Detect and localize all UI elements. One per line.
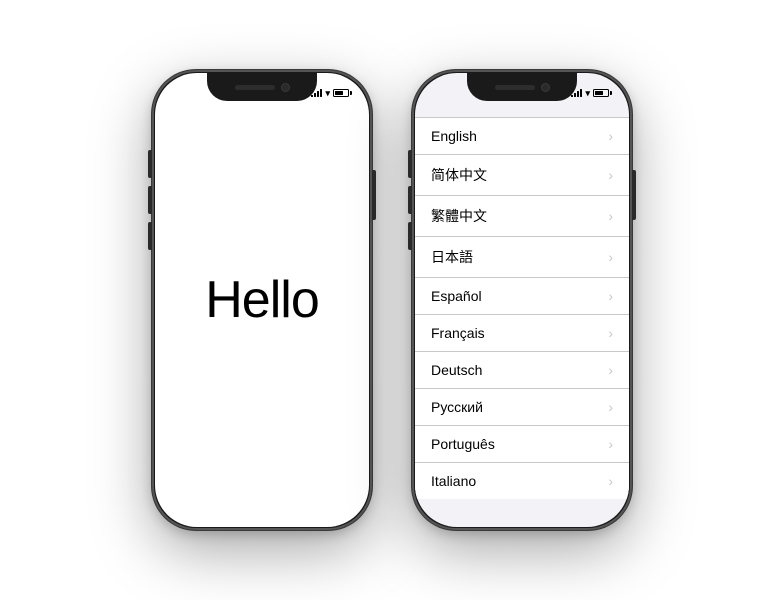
language-item-1[interactable]: 简体中文 › xyxy=(415,155,629,196)
language-item-7[interactable]: Русский › xyxy=(415,389,629,426)
language-item-9[interactable]: Italiano › xyxy=(415,463,629,499)
chevron-icon-5: › xyxy=(608,325,613,341)
chevron-icon-7: › xyxy=(608,399,613,415)
wifi-icon-left: ▾ xyxy=(325,88,330,99)
language-item-8[interactable]: Português › xyxy=(415,426,629,463)
language-item-6[interactable]: Deutsch › xyxy=(415,352,629,389)
status-icons-right: ▾ xyxy=(571,88,609,99)
chevron-icon-6: › xyxy=(608,362,613,378)
battery-icon-right xyxy=(593,89,609,97)
hello-screen: Hello xyxy=(155,73,369,527)
language-name-2: 繁體中文 xyxy=(431,206,487,226)
speaker-left xyxy=(235,85,275,90)
battery-icon-left xyxy=(333,89,349,97)
language-name-3: 日本語 xyxy=(431,247,473,267)
left-phone: ▾ Hello xyxy=(152,70,372,530)
status-icons-left: ▾ xyxy=(311,88,349,99)
language-name-5: Français xyxy=(431,325,485,341)
language-list: English›简体中文›繁體中文›日本語›Español›Français›D… xyxy=(415,117,629,499)
language-name-9: Italiano xyxy=(431,473,476,489)
wifi-icon-right: ▾ xyxy=(585,88,590,99)
hello-text: Hello xyxy=(205,270,319,330)
right-phone: ▾ English›简体中文›繁體中文›日本語›Español›Français… xyxy=(412,70,632,530)
chevron-icon-2: › xyxy=(608,208,613,224)
notch-left xyxy=(207,73,317,101)
language-name-8: Português xyxy=(431,436,495,452)
language-item-0[interactable]: English › xyxy=(415,118,629,155)
language-name-0: English xyxy=(431,128,477,144)
chevron-icon-8: › xyxy=(608,436,613,452)
language-name-1: 简体中文 xyxy=(431,165,487,185)
right-phone-screen: ▾ English›简体中文›繁體中文›日本語›Español›Français… xyxy=(415,73,629,527)
notch-right xyxy=(467,73,577,101)
language-screen: English›简体中文›繁體中文›日本語›Español›Français›D… xyxy=(415,73,629,527)
language-item-3[interactable]: 日本語 › xyxy=(415,237,629,278)
language-item-5[interactable]: Français › xyxy=(415,315,629,352)
language-name-6: Deutsch xyxy=(431,362,482,378)
language-item-2[interactable]: 繁體中文 › xyxy=(415,196,629,237)
language-name-4: Español xyxy=(431,288,482,304)
chevron-icon-3: › xyxy=(608,249,613,265)
chevron-icon-4: › xyxy=(608,288,613,304)
left-phone-screen: ▾ Hello xyxy=(155,73,369,527)
camera-right xyxy=(541,83,550,92)
speaker-right xyxy=(495,85,535,90)
language-item-4[interactable]: Español › xyxy=(415,278,629,315)
chevron-icon-0: › xyxy=(608,128,613,144)
camera-left xyxy=(281,83,290,92)
chevron-icon-1: › xyxy=(608,167,613,183)
chevron-icon-9: › xyxy=(608,473,613,489)
language-name-7: Русский xyxy=(431,399,483,415)
